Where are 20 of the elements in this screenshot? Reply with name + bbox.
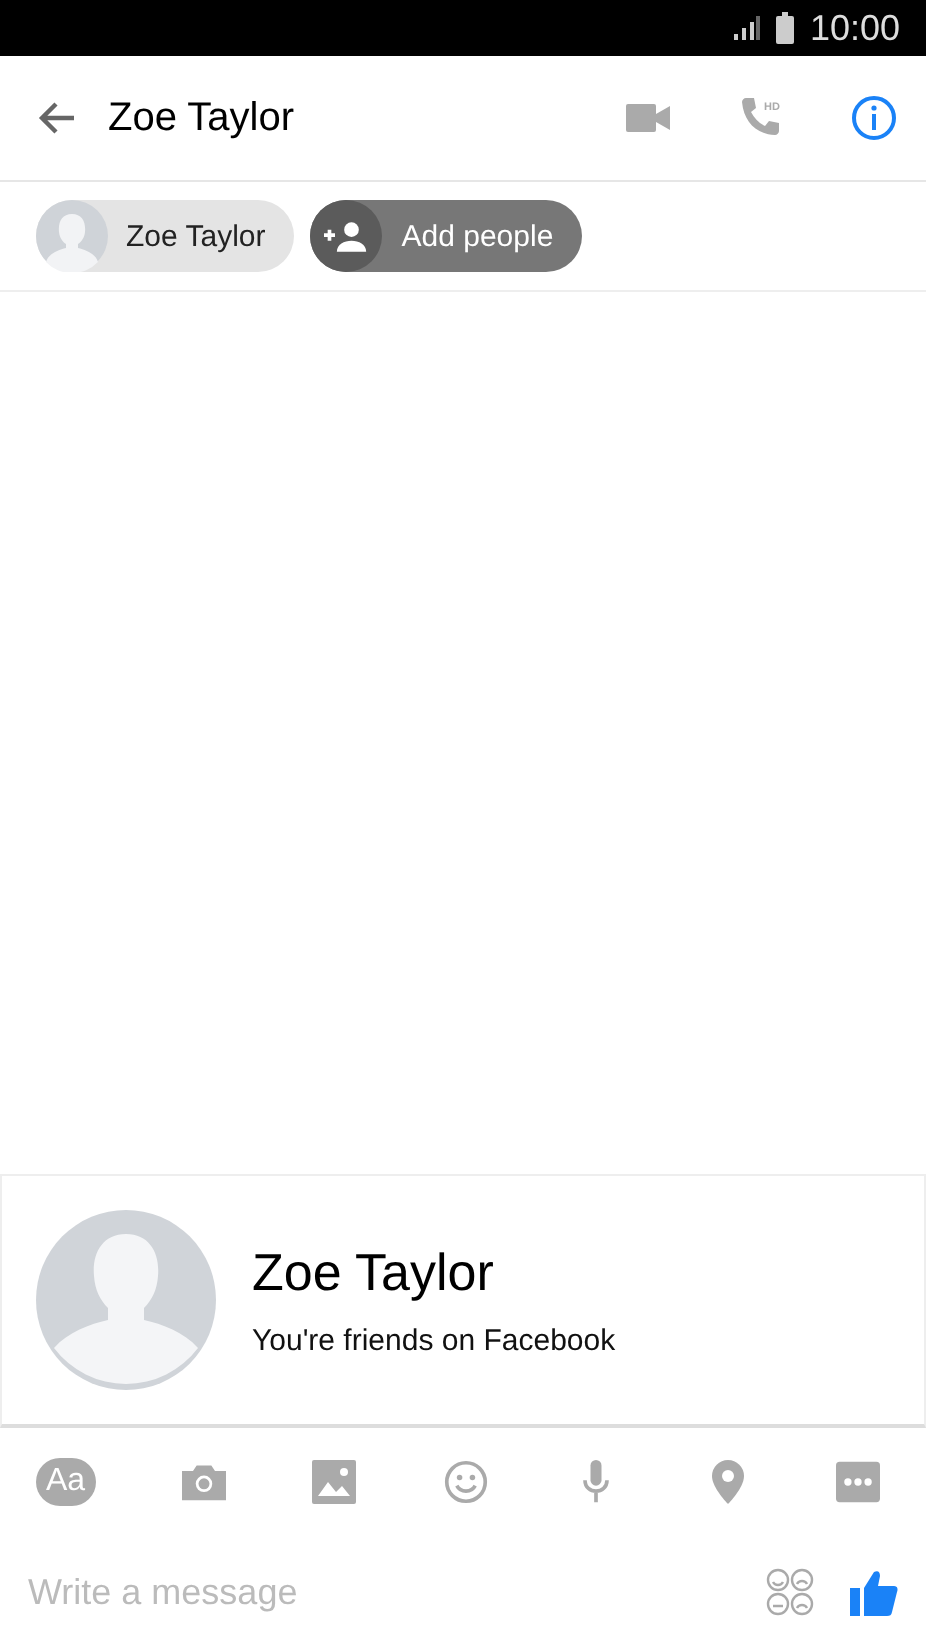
status-time: 10:00 [809,7,900,49]
image-icon[interactable] [312,1460,357,1504]
avatar-icon [36,1210,216,1390]
add-people-button[interactable]: Add people [309,200,582,272]
signal-icon [731,14,760,42]
more-icon[interactable] [835,1460,880,1504]
add-person-icon [323,221,368,251]
participant-chip[interactable]: Zoe Taylor [36,200,294,272]
info-icon[interactable] [850,94,898,142]
back-arrow-icon[interactable] [36,100,76,136]
friendship-status: You're friends on Facebook [252,1324,616,1358]
contact-name: Zoe Taylor [108,95,297,141]
camera-icon[interactable] [181,1460,226,1504]
text-format-button[interactable]: Aa [36,1458,96,1506]
stickers-icon[interactable] [766,1568,814,1616]
avatar-icon [36,200,108,272]
emoji-icon[interactable] [443,1460,488,1504]
battery-icon [775,12,794,44]
profile-name: Zoe Taylor [252,1242,496,1304]
thumbs-up-icon[interactable] [850,1568,898,1616]
